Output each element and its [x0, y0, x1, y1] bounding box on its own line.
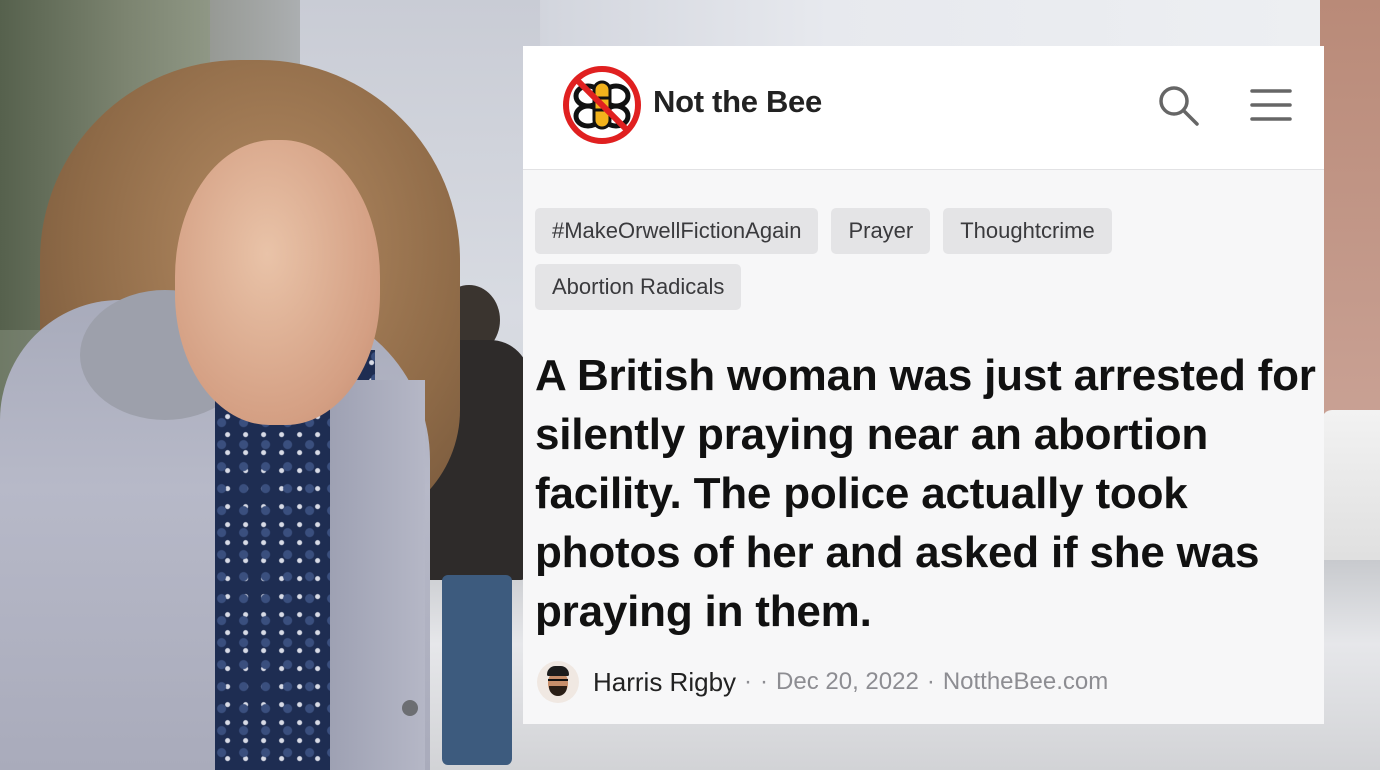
article-headline[interactable]: A British woman was just arrested for si… [535, 346, 1320, 641]
byline-separator: · [760, 668, 769, 695]
tag-prayer[interactable]: Prayer [831, 208, 931, 254]
tag-list: #MakeOrwellFictionAgain Prayer Thoughtcrim… [535, 208, 1315, 320]
not-the-bee-logo-icon[interactable] [561, 64, 643, 146]
author-name[interactable]: Harris Rigby [593, 667, 736, 698]
byline-separator: · [926, 668, 935, 695]
tag-abortion-radicals[interactable]: Abortion Radicals [535, 264, 742, 310]
praying-woman [0, 60, 470, 770]
site-header: Not the Bee [523, 46, 1324, 170]
author-avatar[interactable] [537, 661, 579, 703]
publish-date: Dec 20, 2022 [776, 668, 919, 695]
hamburger-menu-icon[interactable] [1248, 85, 1294, 125]
brick-wall [1320, 0, 1380, 420]
article-byline: Harris Rigby · · Dec 20, 2022 · NottheBe… [537, 658, 1108, 706]
byline-separator: · [744, 668, 753, 695]
search-icon[interactable] [1155, 82, 1201, 128]
tag-make-orwell-fiction-again[interactable]: #MakeOrwellFictionAgain [535, 208, 819, 254]
source-link[interactable]: NottheBee.com [943, 668, 1108, 696]
site-brand[interactable]: Not the Bee [653, 84, 822, 120]
tag-thoughtcrime[interactable]: Thoughtcrime [943, 208, 1112, 254]
article-card: Not the Bee #MakeOrwellFictionAgain Praye… [523, 46, 1324, 724]
